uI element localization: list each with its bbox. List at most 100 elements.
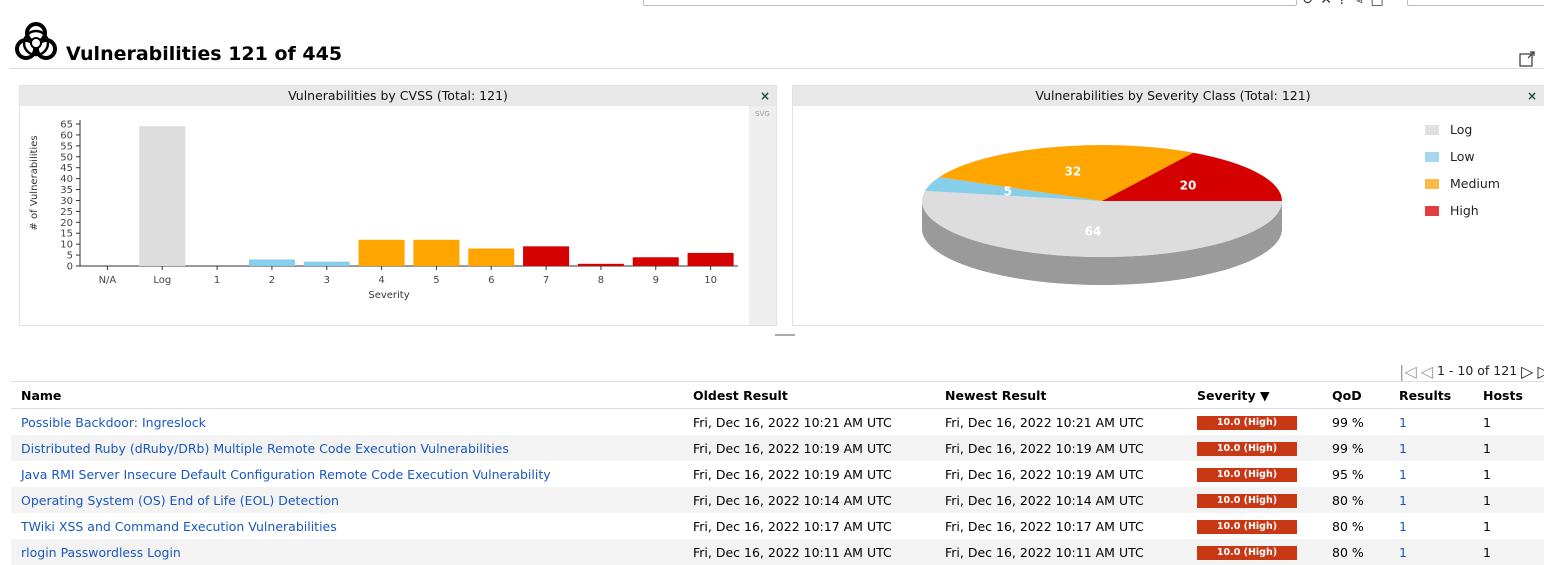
y-tick-label: 0 bbox=[67, 262, 73, 273]
row-hosts: 1 bbox=[1483, 466, 1491, 482]
pie-slice-label: 64 bbox=[1085, 225, 1102, 239]
row-oldest-result: Fri, Dec 16, 2022 10:17 AM UTC bbox=[693, 518, 892, 534]
svg-label: SVG bbox=[755, 110, 770, 118]
row-name-cell: Possible Backdoor: Ingreslock bbox=[11, 409, 683, 436]
table-header-row: Name Oldest Result Newest Result Severit… bbox=[11, 381, 1544, 409]
severity-bar: 10.0 (High) bbox=[1197, 467, 1297, 482]
row-oldest-result: Fri, Dec 16, 2022 10:19 AM UTC bbox=[683, 435, 935, 461]
column-results[interactable]: Results bbox=[1389, 381, 1473, 409]
row-oldest-result: Fri, Dec 16, 2022 10:11 AM UTC bbox=[683, 539, 935, 565]
results-link[interactable]: 1 bbox=[1399, 467, 1407, 482]
severity-panel-title: Vulnerabilities by Severity Class (Total… bbox=[793, 86, 1544, 106]
bar bbox=[303, 261, 350, 266]
legend-swatch bbox=[1425, 152, 1439, 162]
vulnerability-link[interactable]: rlogin Passwordless Login bbox=[21, 545, 181, 560]
prev-page-icon[interactable]: ◁ bbox=[1421, 362, 1433, 381]
last-page-icon[interactable]: ▷| bbox=[1537, 362, 1544, 381]
row-name-cell: rlogin Passwordless Login bbox=[11, 539, 683, 565]
row-name-cell: TWiki XSS and Command Execution Vulnerab… bbox=[11, 513, 683, 539]
legend-swatch bbox=[1425, 206, 1439, 216]
row-name-cell: Operating System (OS) End of Life (EOL) … bbox=[11, 487, 683, 513]
x-tick-label: 1 bbox=[214, 275, 220, 286]
row-severity-cell: 10.0 (High) bbox=[1187, 513, 1322, 539]
column-newest-result[interactable]: Newest Result bbox=[935, 381, 1187, 409]
y-tick-label: 45 bbox=[60, 163, 73, 174]
table-row: rlogin Passwordless Login Fri, Dec 16, 20… bbox=[11, 539, 1544, 565]
severity-pie-chart: 64 5 32 20 bbox=[922, 145, 1282, 285]
biohazard-icon bbox=[11, 20, 61, 64]
vulnerability-link[interactable]: Distributed Ruby (dRuby/DRb) Multiple Re… bbox=[21, 441, 509, 456]
x-tick-label: 9 bbox=[653, 275, 659, 286]
svg-download-button[interactable]: SVG bbox=[749, 106, 776, 325]
severity-bar: 10.0 (High) bbox=[1197, 441, 1297, 456]
row-results-cell: 1 bbox=[1389, 487, 1473, 513]
help-icon[interactable]: ? bbox=[1338, 0, 1346, 8]
title-divider bbox=[10, 68, 1544, 69]
row-name-cell: Java RMI Server Insecure Default Configu… bbox=[11, 461, 683, 487]
row-oldest-result: Fri, Dec 16, 2022 10:19 AM UTC bbox=[693, 466, 892, 482]
results-link[interactable]: 1 bbox=[1399, 545, 1407, 560]
cvss-bar-chart: 05101520253035404550556065N/A Log 1 2 3 4 5 6 7 8… bbox=[29, 120, 738, 301]
y-tick-label: 20 bbox=[60, 218, 73, 229]
first-page-icon[interactable]: |◁ bbox=[1399, 362, 1417, 381]
table-row: TWiki XSS and Command Execution Vulnerab… bbox=[11, 513, 1544, 539]
legend-label: High bbox=[1450, 203, 1479, 218]
row-severity-cell: 10.0 (High) bbox=[1187, 487, 1322, 513]
pie-legend: Log Low Medium High bbox=[1423, 122, 1543, 242]
results-link[interactable]: 1 bbox=[1399, 493, 1407, 508]
reset-icon[interactable]: ✕ bbox=[1320, 0, 1333, 8]
y-tick-label: 40 bbox=[60, 174, 73, 185]
x-tick-label: 7 bbox=[543, 275, 549, 286]
x-tick-label: N/A bbox=[99, 275, 117, 286]
bar bbox=[687, 252, 734, 266]
filter-toolbar[interactable]: ↺ ✕ ? ✎ □ bbox=[1302, 0, 1402, 8]
row-newest-result: Fri, Dec 16, 2022 10:17 AM UTC bbox=[945, 518, 1144, 534]
y-tick-label: 50 bbox=[60, 152, 73, 163]
results-link[interactable]: 1 bbox=[1399, 415, 1407, 430]
filter-input[interactable] bbox=[643, 0, 1297, 6]
refresh-icon[interactable]: ↺ bbox=[1302, 0, 1315, 8]
vulnerability-link[interactable]: Possible Backdoor: Ingreslock bbox=[21, 415, 206, 430]
column-oldest-result[interactable]: Oldest Result bbox=[683, 381, 935, 409]
next-page-icon[interactable]: ▷ bbox=[1521, 362, 1533, 381]
row-results-cell: 1 bbox=[1389, 461, 1473, 487]
results-link[interactable]: 1 bbox=[1399, 441, 1407, 456]
bar bbox=[523, 246, 570, 266]
close-icon[interactable]: × bbox=[1527, 86, 1537, 107]
row-qod: 80 % bbox=[1332, 518, 1364, 534]
vulnerability-link[interactable]: Operating System (OS) End of Life (EOL) … bbox=[21, 493, 339, 508]
y-tick-label: 65 bbox=[60, 120, 73, 131]
column-qod[interactable]: QoD bbox=[1322, 381, 1389, 409]
table-row: Operating System (OS) End of Life (EOL) … bbox=[11, 487, 1544, 513]
filter-select[interactable] bbox=[1407, 0, 1544, 6]
pie-slice-label: 32 bbox=[1065, 165, 1082, 179]
pagination: |◁ ◁ 1 - 10 of 121 ▷ ▷| bbox=[1399, 362, 1544, 381]
row-results-cell: 1 bbox=[1389, 513, 1473, 539]
bar bbox=[248, 259, 295, 266]
vulnerability-link[interactable]: TWiki XSS and Command Execution Vulnerab… bbox=[21, 519, 337, 534]
column-severity[interactable]: Severity ▼ bbox=[1187, 381, 1322, 409]
row-qod: 95 % bbox=[1332, 466, 1364, 482]
legend-label: Medium bbox=[1450, 176, 1500, 191]
y-tick-label: 15 bbox=[60, 229, 73, 240]
severity-bar: 10.0 (High) bbox=[1197, 493, 1297, 508]
x-tick-label: 3 bbox=[324, 275, 330, 286]
bar bbox=[139, 126, 186, 266]
column-name[interactable]: Name bbox=[11, 381, 683, 409]
vulnerability-link[interactable]: Java RMI Server Insecure Default Configu… bbox=[21, 467, 551, 482]
x-tick-label: 2 bbox=[269, 275, 275, 286]
row-severity-cell: 10.0 (High) bbox=[1187, 435, 1322, 461]
close-icon[interactable]: × bbox=[760, 86, 770, 107]
y-tick-label: 60 bbox=[60, 130, 73, 141]
resize-handle[interactable] bbox=[775, 334, 795, 336]
x-tick-label: 10 bbox=[704, 275, 717, 286]
vulnerabilities-table: Name Oldest Result Newest Result Severit… bbox=[11, 381, 1544, 565]
results-link[interactable]: 1 bbox=[1399, 519, 1407, 534]
column-hosts[interactable]: Hosts bbox=[1473, 381, 1544, 409]
row-results-cell: 1 bbox=[1389, 539, 1473, 565]
row-hosts: 1 bbox=[1483, 414, 1491, 430]
edit-icon[interactable]: ✎ bbox=[1352, 0, 1365, 8]
cvss-chart-panel: Vulnerabilities by CVSS (Total: 121) × S… bbox=[19, 85, 777, 326]
bar bbox=[632, 257, 679, 266]
save-icon[interactable]: □ bbox=[1370, 0, 1384, 8]
